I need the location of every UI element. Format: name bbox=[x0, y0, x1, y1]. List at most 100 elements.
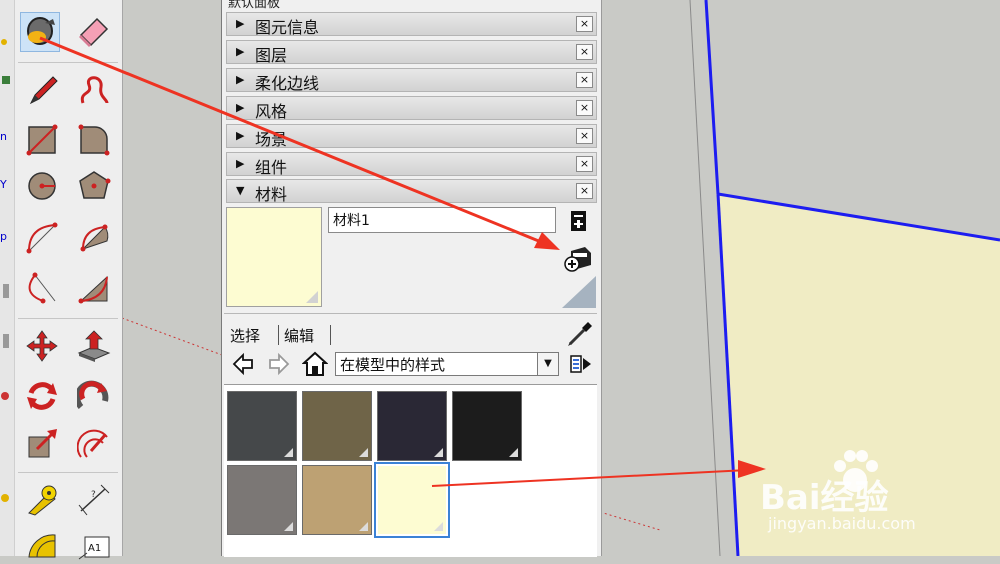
red-axis-line bbox=[121, 317, 223, 356]
close-icon[interactable]: × bbox=[576, 156, 593, 172]
follow-me-tool[interactable] bbox=[74, 376, 114, 416]
two-point-arc-icon bbox=[78, 275, 108, 304]
offset-tool[interactable] bbox=[74, 424, 114, 464]
svg-text:?: ? bbox=[91, 490, 96, 500]
protractor-tool[interactable] bbox=[22, 524, 62, 564]
watermark-brand: Bai经验 bbox=[760, 478, 889, 518]
close-icon[interactable]: × bbox=[576, 128, 593, 144]
panel-label: 组件 bbox=[255, 158, 288, 177]
tab-divider bbox=[278, 325, 279, 345]
material-swatch[interactable] bbox=[377, 391, 447, 461]
model-edge-vertical-top[interactable] bbox=[704, 0, 720, 195]
freehand-tool[interactable] bbox=[74, 70, 114, 110]
panel-header-components[interactable]: ▶ 组件 × bbox=[226, 152, 597, 177]
expand-triangle-icon: ▶ bbox=[236, 129, 245, 142]
panel-header-layers[interactable]: ▶ 图层 × bbox=[226, 40, 597, 65]
expand-triangle-icon: ▶ bbox=[236, 157, 245, 170]
rotated-rectangle-tool[interactable] bbox=[74, 120, 114, 160]
panel-header-styles[interactable]: ▶ 风格 × bbox=[226, 96, 597, 121]
tray-title: 默认面板 bbox=[228, 0, 281, 11]
close-icon[interactable]: × bbox=[576, 100, 593, 116]
home-button[interactable] bbox=[301, 351, 329, 377]
tape-measure-tool[interactable] bbox=[22, 480, 62, 520]
push-pull-icon bbox=[77, 330, 111, 362]
svg-text:A1: A1 bbox=[88, 543, 101, 554]
toolbar-separator bbox=[18, 472, 118, 473]
material-swatch[interactable] bbox=[302, 465, 372, 535]
panel-divider bbox=[224, 313, 597, 314]
eraser-tool[interactable] bbox=[72, 12, 112, 52]
move-icon bbox=[26, 330, 58, 362]
details-arrow-icon bbox=[570, 355, 591, 373]
swatch-corner bbox=[306, 291, 318, 303]
rectangle-tool[interactable] bbox=[22, 120, 62, 160]
panel-label: 图层 bbox=[255, 46, 288, 65]
pencil-icon bbox=[29, 76, 58, 105]
paint-bucket-tool[interactable] bbox=[20, 12, 60, 52]
baidu-watermark: Bai经验 jingyan.baidu.com bbox=[760, 448, 1000, 538]
follow-me-icon bbox=[77, 380, 109, 410]
circle-tool[interactable] bbox=[22, 166, 62, 206]
panel-label: 风格 bbox=[255, 102, 288, 121]
pie-icon bbox=[80, 224, 109, 252]
panel-header-materials[interactable]: ▼ 材料 × bbox=[226, 179, 597, 204]
tab-divider bbox=[330, 325, 331, 345]
panel-header-soften-edges[interactable]: ▶ 柔化边线 × bbox=[226, 68, 597, 93]
close-icon[interactable]: × bbox=[576, 44, 593, 60]
rectangle-icon bbox=[26, 124, 58, 156]
svg-text:p: p bbox=[0, 230, 7, 243]
close-icon[interactable]: × bbox=[576, 16, 593, 32]
toolbar-separator bbox=[18, 62, 118, 63]
create-material-icon bbox=[564, 247, 591, 272]
back-button[interactable] bbox=[232, 352, 254, 376]
scale-tool[interactable] bbox=[22, 424, 62, 464]
panel-label: 场景 bbox=[255, 130, 288, 149]
two-point-arc-tool[interactable] bbox=[74, 268, 114, 308]
tab-edit[interactable]: 编辑 bbox=[284, 325, 314, 346]
move-tool[interactable] bbox=[22, 326, 62, 366]
polygon-tool[interactable] bbox=[74, 166, 114, 206]
panel-label: 柔化边线 bbox=[255, 74, 320, 93]
tape-measure-icon bbox=[28, 485, 57, 516]
collapse-triangle-icon: ▼ bbox=[236, 184, 245, 197]
panel-label: 材料 bbox=[255, 185, 288, 204]
watermark-url: jingyan.baidu.com bbox=[768, 514, 916, 533]
material-swatch[interactable] bbox=[302, 391, 372, 461]
sample-paint-button[interactable] bbox=[566, 320, 594, 348]
close-icon[interactable]: × bbox=[576, 72, 593, 88]
line-tool[interactable] bbox=[22, 70, 62, 110]
material-swatch[interactable] bbox=[227, 391, 297, 461]
material-swatch[interactable] bbox=[227, 465, 297, 535]
polygon-icon bbox=[79, 171, 111, 199]
text-tool[interactable]: A1 bbox=[74, 524, 114, 564]
chevron-down-icon[interactable]: ▼ bbox=[537, 353, 558, 375]
expand-triangle-icon: ▶ bbox=[236, 101, 245, 114]
display-secondary-pane-button[interactable] bbox=[570, 210, 587, 232]
details-button[interactable] bbox=[568, 352, 594, 376]
pie-tool[interactable] bbox=[74, 218, 114, 258]
material-swatch[interactable] bbox=[452, 391, 522, 461]
left-strip-icons: n Y p bbox=[0, 39, 10, 502]
material-name-field[interactable]: 材料1 bbox=[328, 207, 556, 233]
panel-header-entity-info[interactable]: ▶ 图元信息 × bbox=[226, 12, 597, 37]
panel-label: 图元信息 bbox=[255, 18, 320, 37]
close-icon[interactable]: × bbox=[576, 183, 593, 199]
forward-button[interactable] bbox=[268, 352, 290, 376]
arc-tool[interactable] bbox=[22, 218, 62, 258]
tab-select[interactable]: 选择 bbox=[230, 325, 260, 346]
scale-icon bbox=[28, 429, 57, 458]
default-material-corner[interactable] bbox=[562, 276, 596, 308]
material-collection-select[interactable]: 在模型中的样式 ▼ bbox=[335, 352, 559, 376]
select-value: 在模型中的样式 bbox=[340, 356, 446, 374]
dimension-tool[interactable]: ? bbox=[74, 480, 114, 520]
expand-triangle-icon: ▶ bbox=[236, 73, 245, 86]
expand-triangle-icon: ▶ bbox=[236, 17, 245, 30]
panel-header-scenes[interactable]: ▶ 场景 × bbox=[226, 124, 597, 149]
material-swatch-selected[interactable] bbox=[374, 462, 450, 538]
model-face-area[interactable]: Bai经验 jingyan.baidu.com bbox=[600, 0, 1000, 556]
three-point-arc-tool[interactable] bbox=[22, 268, 62, 308]
home-icon bbox=[301, 351, 329, 376]
push-pull-tool[interactable] bbox=[74, 326, 114, 366]
create-material-button[interactable] bbox=[563, 243, 593, 273]
rotate-tool[interactable] bbox=[22, 376, 62, 416]
